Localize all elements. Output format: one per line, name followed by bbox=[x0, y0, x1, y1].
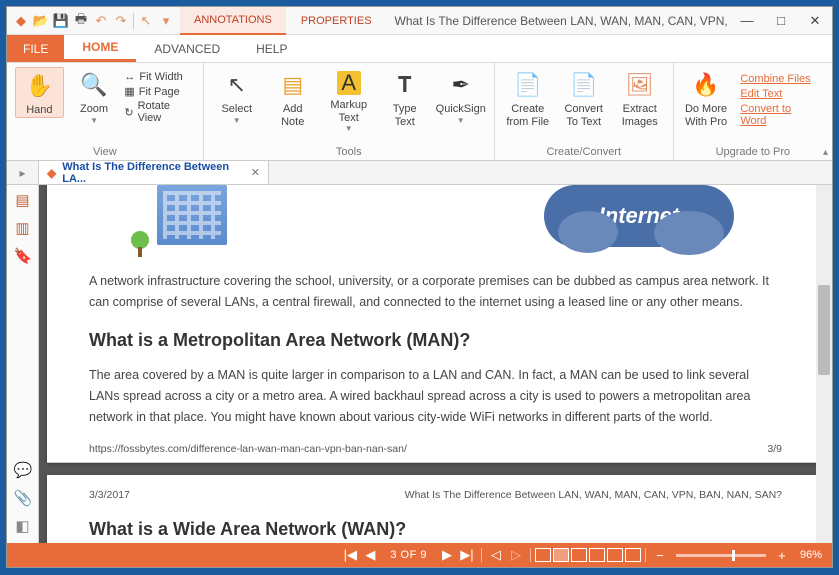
footer-url: https://fossbytes.com/difference-lan-wan… bbox=[89, 443, 407, 455]
pen-icon: ✒ bbox=[447, 71, 475, 99]
quicksign[interactable]: ✒QuickSign▼ bbox=[436, 67, 486, 125]
pdf-icon: ◆ bbox=[47, 166, 56, 180]
zoom-percent: 96% bbox=[800, 549, 822, 561]
next-page-button[interactable]: ▶ bbox=[438, 546, 456, 564]
view-full[interactable] bbox=[625, 548, 641, 562]
tab-help[interactable]: HELP bbox=[238, 35, 305, 62]
add-note[interactable]: ▤Add Note bbox=[268, 67, 318, 128]
view-facing-continuous[interactable] bbox=[589, 548, 605, 562]
nav-back-button[interactable]: ◁ bbox=[487, 546, 505, 564]
undo-icon[interactable]: ↶ bbox=[93, 13, 109, 29]
create-from-file[interactable]: 📄Create from File bbox=[503, 67, 553, 128]
paragraph: A network infrastructure covering the sc… bbox=[47, 257, 824, 312]
convert-to-text[interactable]: 📄Convert To Text bbox=[559, 67, 609, 128]
view-continuous[interactable] bbox=[553, 548, 569, 562]
link-combine[interactable]: Combine Files bbox=[740, 73, 818, 85]
header-title: What Is The Difference Between LAN, WAN,… bbox=[405, 489, 782, 501]
tab-properties[interactable]: PROPERTIES bbox=[287, 7, 386, 35]
footer-page: 3/9 bbox=[767, 443, 782, 455]
dropdown-icon[interactable]: ▾ bbox=[158, 13, 174, 29]
header-date: 3/3/2017 bbox=[89, 489, 130, 501]
redo-icon[interactable]: ↷ bbox=[113, 13, 129, 29]
hand-icon: ✋ bbox=[25, 72, 53, 100]
document-viewport[interactable]: Internet A network infrastructure coveri… bbox=[39, 185, 832, 543]
extract-images[interactable]: 🖼Extract Images bbox=[615, 67, 665, 128]
minimize-button[interactable]: — bbox=[730, 7, 764, 35]
view-grid[interactable] bbox=[607, 548, 623, 562]
open-icon[interactable]: 📂 bbox=[33, 13, 49, 29]
type-icon: 𝐓 bbox=[391, 71, 419, 99]
rotate-icon: ↻ bbox=[124, 106, 133, 119]
note-icon: ▤ bbox=[279, 71, 307, 99]
fit-width[interactable]: ↔Fit Width bbox=[124, 71, 194, 83]
paragraph: The area covered by a MAN is quite large… bbox=[47, 351, 824, 427]
view-facing[interactable] bbox=[571, 548, 587, 562]
do-more-pro[interactable]: 🔥Do More With Pro bbox=[682, 67, 731, 128]
close-button[interactable]: ✕ bbox=[798, 7, 832, 35]
save-icon[interactable]: 💾 bbox=[53, 13, 69, 29]
panel-toggle-icon[interactable]: ◧ bbox=[14, 517, 32, 535]
tab-annotations[interactable]: ANNOTATIONS bbox=[180, 7, 286, 35]
hand-tool[interactable]: ✋Hand bbox=[15, 67, 64, 118]
zoom-in-button[interactable]: + bbox=[773, 546, 791, 564]
zoom-tool[interactable]: 🔍Zoom▼ bbox=[70, 67, 119, 125]
tab-home[interactable]: HOME bbox=[64, 35, 136, 62]
txt-icon: 📄 bbox=[570, 71, 598, 99]
print-icon[interactable]: 🖶 bbox=[73, 13, 89, 29]
maximize-button[interactable]: □ bbox=[764, 7, 798, 35]
image-icon: 🖼 bbox=[626, 71, 654, 99]
group-upgrade: Upgrade to Pro bbox=[682, 144, 824, 158]
group-view: View bbox=[15, 144, 195, 158]
zoom-icon: 🔍 bbox=[80, 71, 108, 99]
markup-icon: A bbox=[337, 71, 361, 95]
comments-icon[interactable]: 💬 bbox=[14, 461, 32, 479]
document-tab[interactable]: ◆ What Is The Difference Between LA... ✕ bbox=[39, 161, 269, 184]
fit-page-icon: ▦ bbox=[124, 85, 134, 98]
close-tab-icon[interactable]: ✕ bbox=[251, 166, 260, 179]
cursor-icon[interactable]: ↖ bbox=[138, 13, 154, 29]
tags-icon[interactable]: 🔖 bbox=[14, 247, 32, 265]
link-convert-word[interactable]: Convert to Word bbox=[740, 103, 818, 127]
file-plus-icon: 📄 bbox=[514, 71, 542, 99]
cursor-select-icon: ↖ bbox=[223, 71, 251, 99]
link-edit-text[interactable]: Edit Text bbox=[740, 88, 818, 100]
tab-advanced[interactable]: ADVANCED bbox=[136, 35, 238, 62]
attachments-icon[interactable]: 📎 bbox=[14, 489, 32, 507]
fit-width-icon: ↔ bbox=[124, 71, 135, 83]
select-tool[interactable]: ↖Select▼ bbox=[212, 67, 262, 125]
thumbnails-icon[interactable]: ▥ bbox=[14, 219, 32, 237]
nav-fwd-button[interactable]: ▷ bbox=[507, 546, 525, 564]
view-single[interactable] bbox=[535, 548, 551, 562]
heading-wan: What is a Wide Area Network (WAN)? bbox=[47, 501, 824, 540]
zoom-slider[interactable] bbox=[676, 554, 766, 557]
markup-text[interactable]: AMarkup Text▼ bbox=[324, 67, 374, 133]
group-create: Create/Convert bbox=[503, 144, 665, 158]
zoom-out-button[interactable]: − bbox=[651, 546, 669, 564]
file-menu[interactable]: FILE bbox=[7, 35, 64, 62]
prev-page-button[interactable]: ◀ bbox=[361, 546, 379, 564]
last-page-button[interactable]: ▶| bbox=[458, 546, 476, 564]
cloud-image: Internet bbox=[544, 185, 734, 247]
type-text[interactable]: 𝐓Type Text bbox=[380, 67, 430, 128]
window-title: What Is The Difference Between LAN, WAN,… bbox=[387, 14, 730, 28]
bookmarks-icon[interactable]: ▤ bbox=[14, 191, 32, 209]
vertical-scrollbar[interactable] bbox=[816, 185, 832, 543]
fit-page[interactable]: ▦Fit Page bbox=[124, 85, 194, 98]
flame-icon: 🔥 bbox=[692, 71, 720, 99]
heading-man: What is a Metropolitan Area Network (MAN… bbox=[47, 312, 824, 351]
building-image bbox=[157, 185, 227, 245]
group-tools: Tools bbox=[212, 144, 486, 158]
app-icon: ◆ bbox=[13, 13, 29, 29]
page-indicator: 3 OF 9 bbox=[390, 549, 427, 561]
tab-list-button[interactable]: ▸ bbox=[7, 161, 39, 184]
first-page-button[interactable]: |◀ bbox=[341, 546, 359, 564]
collapse-ribbon[interactable]: ▴ bbox=[823, 147, 828, 158]
rotate-view[interactable]: ↻Rotate View bbox=[124, 100, 194, 124]
document-tab-title: What Is The Difference Between LA... bbox=[62, 161, 245, 185]
